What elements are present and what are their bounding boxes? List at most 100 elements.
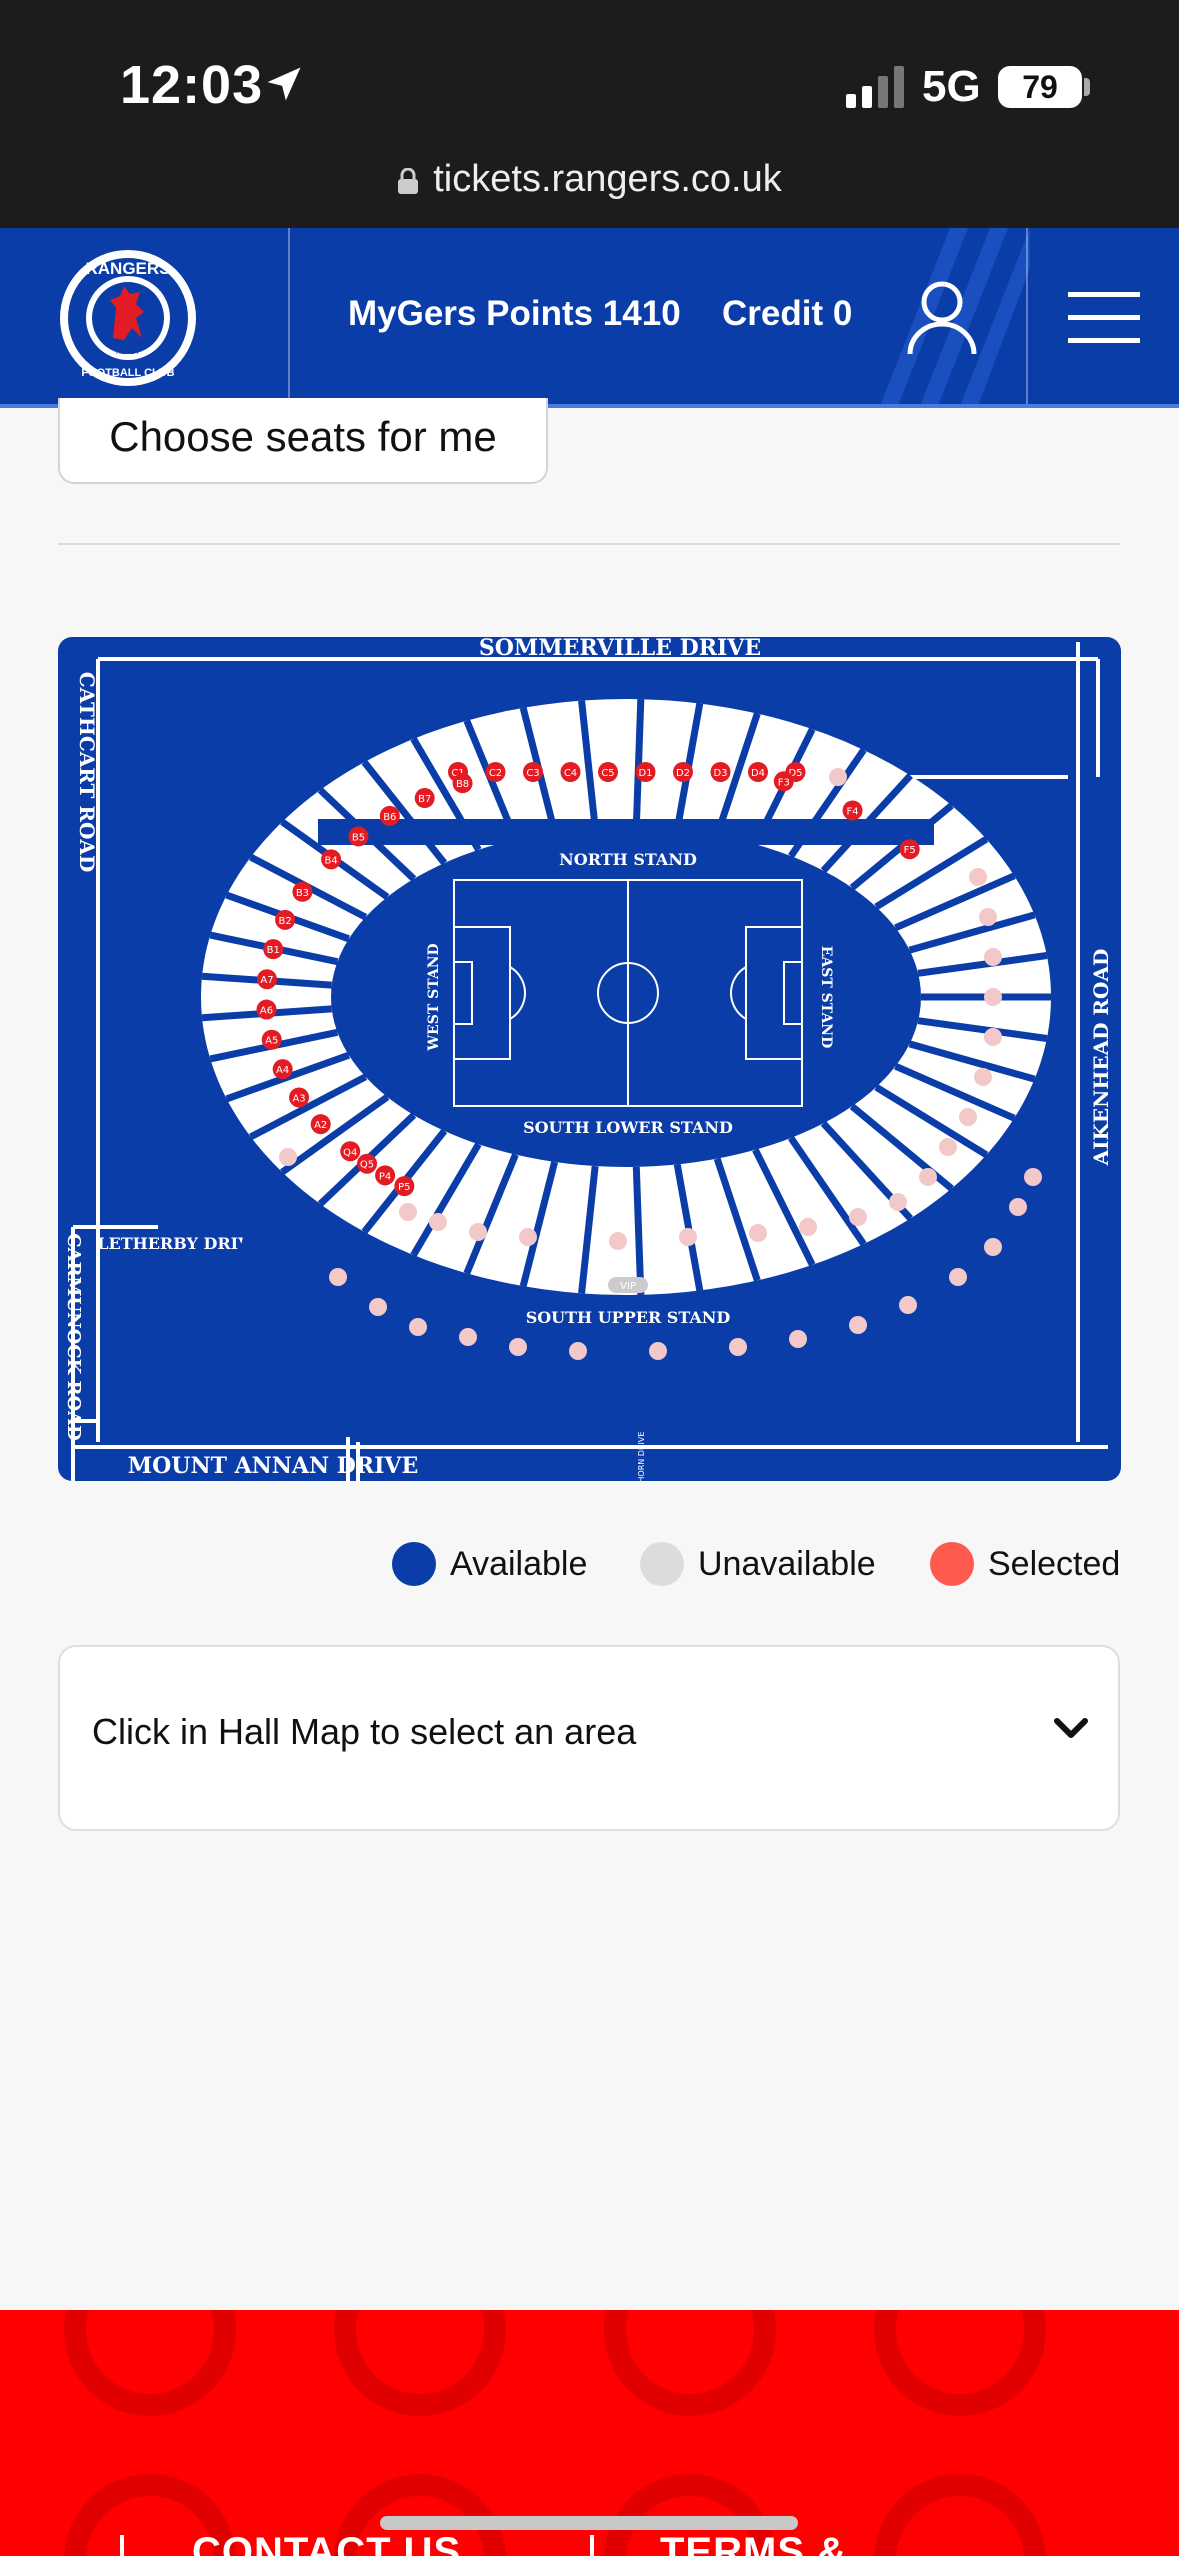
- section-marker-a6[interactable]: A6: [256, 999, 277, 1020]
- section-marker-label: F3: [778, 777, 790, 788]
- section-marker-label: A3: [292, 1093, 305, 1104]
- legend-available-label: Available: [450, 1544, 588, 1583]
- section-divider: [58, 543, 1120, 545]
- chevron-down-icon: [1054, 1718, 1088, 1738]
- rangers-crest-logo[interactable]: RANGERS FOOTBALL CLUB READY: [58, 248, 198, 388]
- section-marker-d1[interactable]: D1: [635, 762, 656, 782]
- site-header: RANGERS FOOTBALL CLUB READY MyGers Point…: [0, 228, 1179, 406]
- section-marker-b1[interactable]: B1: [263, 939, 284, 960]
- section-marker-f5[interactable]: F5: [899, 839, 920, 860]
- section-marker-label: D2: [676, 768, 690, 779]
- battery-indicator: 79: [998, 66, 1082, 108]
- section-marker-label: B8: [456, 779, 469, 790]
- legend-selected: Selected: [930, 1540, 1120, 1588]
- section-marker-label: B7: [418, 794, 431, 805]
- road-label-carmunock: CARMUNOCK ROAD: [63, 1233, 84, 1440]
- section-marker-b3[interactable]: B3: [292, 881, 313, 902]
- section-marker-label: D4: [751, 768, 765, 779]
- section-marker-label: C3: [526, 768, 539, 779]
- header-divider: [288, 228, 290, 406]
- network-type: 5G: [922, 62, 981, 111]
- section-marker-label: C4: [564, 768, 577, 779]
- section-marker-d3[interactable]: D3: [710, 762, 731, 782]
- section-marker-label: F5: [904, 845, 916, 856]
- section-marker-label: A2: [314, 1120, 327, 1131]
- section-marker-b7[interactable]: B7: [414, 788, 435, 809]
- lock-icon: [398, 167, 419, 194]
- account-icon[interactable]: [906, 278, 978, 356]
- section-marker-c2[interactable]: C2: [485, 762, 506, 782]
- vip-label: VIP: [620, 1281, 636, 1292]
- section-marker-p4[interactable]: P4: [375, 1165, 396, 1186]
- section-marker-label: Q5: [360, 1160, 374, 1171]
- crest-bottom-text: FOOTBALL CLUB: [81, 367, 174, 379]
- legend-selected-swatch: [930, 1542, 974, 1586]
- footer-separator: [590, 2535, 594, 2556]
- section-marker-label: B4: [324, 855, 337, 866]
- legend-selected-label: Selected: [988, 1544, 1121, 1583]
- legend-available: Available: [392, 1540, 587, 1588]
- section-marker-p5[interactable]: P5: [394, 1176, 415, 1197]
- road-label-north: SOMMERVILLE DRIVE: [479, 637, 761, 661]
- legend-unavailable-swatch: [640, 1542, 684, 1586]
- section-marker-label: D1: [638, 768, 652, 779]
- section-marker-b6[interactable]: B6: [379, 805, 400, 826]
- home-indicator: [380, 2516, 798, 2530]
- section-marker-label: Q4: [343, 1147, 357, 1158]
- section-marker-b2[interactable]: B2: [275, 909, 296, 930]
- hamburger-menu-icon[interactable]: [1068, 292, 1140, 344]
- section-marker-q5[interactable]: Q5: [357, 1153, 378, 1174]
- section-marker-label: C5: [601, 768, 614, 779]
- area-select-dropdown[interactable]: Click in Hall Map to select an area: [58, 1645, 1120, 1831]
- section-marker-c4[interactable]: C4: [560, 762, 581, 782]
- road-label-south: MOUNT ANNAN DRIVE: [128, 1453, 418, 1479]
- footer-separator: [120, 2535, 124, 2556]
- section-marker-a5[interactable]: A5: [261, 1029, 282, 1050]
- legend-unavailable-label: Unavailable: [698, 1544, 876, 1583]
- crest-top-text: RANGERS: [85, 259, 170, 278]
- choose-seats-button[interactable]: Choose seats for me: [58, 398, 548, 484]
- legend-unavailable: Unavailable: [640, 1540, 876, 1588]
- section-marker-label: P4: [379, 1171, 391, 1182]
- section-marker-c3[interactable]: C3: [523, 762, 543, 782]
- credit-balance[interactable]: Credit 0: [722, 294, 852, 334]
- road-label-west: CATHCART ROAD: [75, 672, 99, 873]
- section-marker-b4[interactable]: B4: [321, 849, 342, 870]
- mygers-points[interactable]: MyGers Points 1410: [348, 294, 681, 334]
- section-marker-label: B2: [278, 916, 291, 927]
- section-marker-a2[interactable]: A2: [310, 1114, 331, 1135]
- section-marker-d2[interactable]: D2: [673, 762, 693, 782]
- south-lower-stand-label: SOUTH LOWER STAND: [523, 1118, 733, 1137]
- footer-link-terms[interactable]: TERMS &: [660, 2530, 847, 2556]
- section-marker-a4[interactable]: A4: [272, 1059, 293, 1080]
- footer-link-contact[interactable]: CONTACT US: [192, 2530, 461, 2556]
- section-marker-label: A6: [260, 1006, 273, 1017]
- clock: 12:03: [120, 55, 264, 115]
- cell-signal-icon: [846, 66, 904, 108]
- section-marker-d4[interactable]: D4: [748, 762, 768, 782]
- section-marker-a7[interactable]: A7: [256, 969, 277, 990]
- section-separator: [632, 699, 645, 828]
- road-label-east: AIKENHEAD ROAD: [1089, 949, 1113, 1167]
- url-text: tickets.rangers.co.uk: [433, 158, 782, 200]
- section-marker-label: B6: [383, 812, 396, 823]
- west-stand-label: WEST STAND: [426, 943, 442, 1051]
- north-stand-label: NORTH STAND: [559, 850, 697, 869]
- section-marker-c5[interactable]: C5: [598, 762, 618, 782]
- road-label-kinghorn: KINGHORN DRIVE: [637, 1432, 646, 1481]
- section-marker-label: A4: [276, 1065, 289, 1076]
- section-marker-f4[interactable]: F4: [842, 800, 863, 821]
- section-marker-label: F4: [846, 806, 858, 817]
- crest-motto-text: READY: [116, 349, 140, 356]
- location-arrow-icon: [267, 67, 301, 101]
- section-marker-label: A7: [260, 975, 273, 986]
- section-marker-b5[interactable]: B5: [348, 826, 369, 847]
- section-marker-q4[interactable]: Q4: [340, 1141, 361, 1162]
- section-marker-f3[interactable]: F3: [773, 771, 794, 792]
- stadium-map[interactable]: SOMMERVILLE DRIVE CATHCART ROAD AIKENHEA…: [58, 637, 1121, 1481]
- section-marker-label: B1: [267, 945, 280, 956]
- address-bar[interactable]: tickets.rangers.co.uk: [0, 158, 1179, 201]
- section-marker-a3[interactable]: A3: [289, 1087, 310, 1108]
- section-marker-label: D3: [713, 768, 727, 779]
- section-marker-b8[interactable]: B8: [452, 773, 473, 794]
